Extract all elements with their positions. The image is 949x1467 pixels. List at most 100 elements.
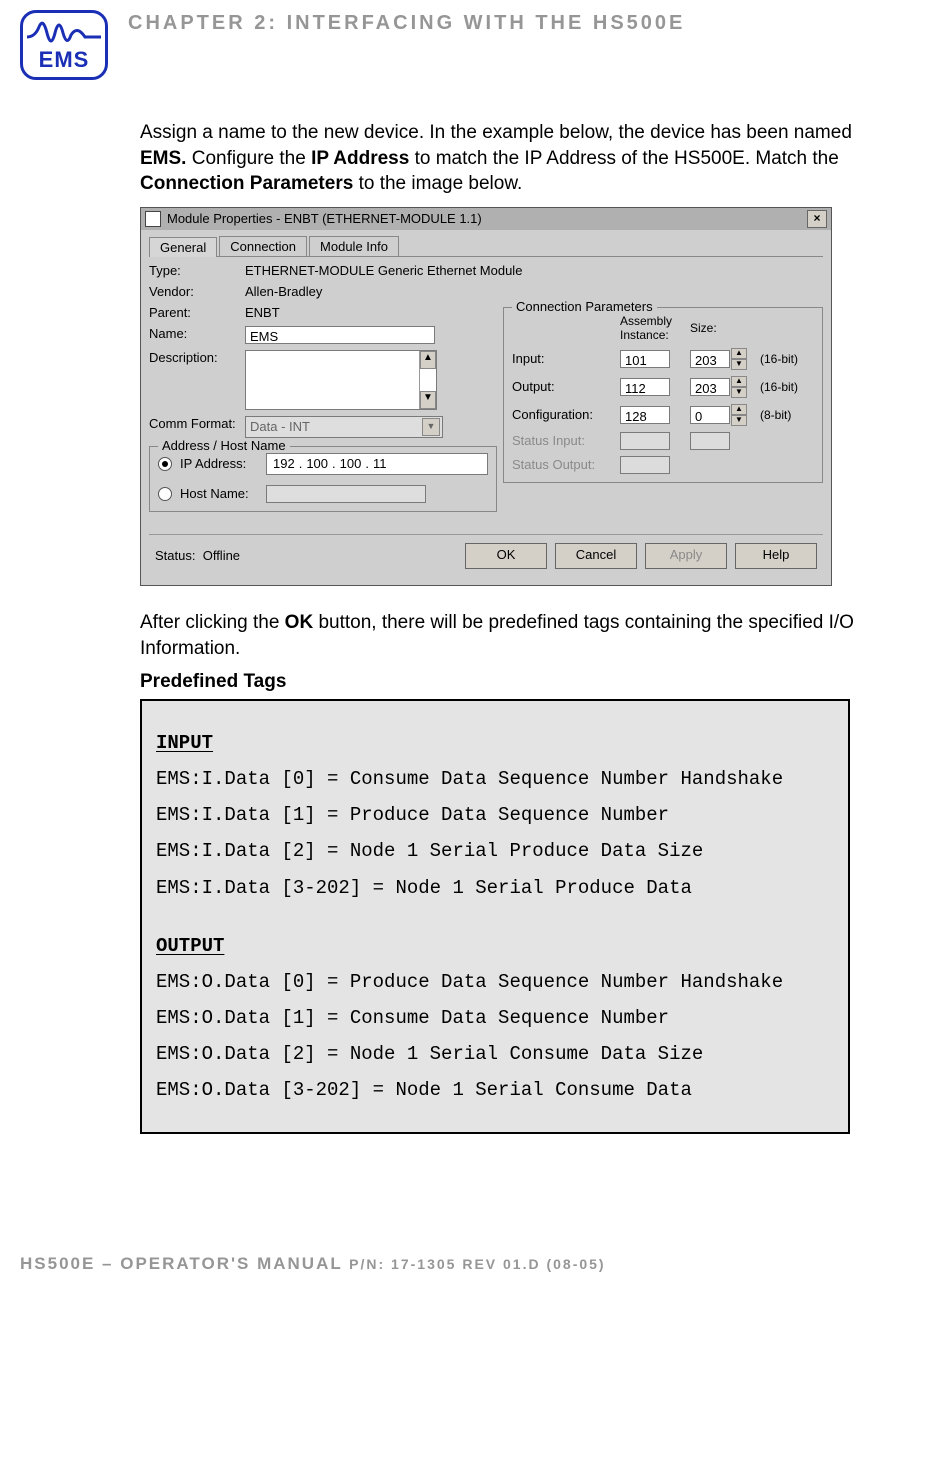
dialog-titlebar[interactable]: Module Properties - ENBT (ETHERNET-MODUL…	[141, 208, 831, 230]
ip-octet-1[interactable]: 192	[273, 456, 295, 471]
output-size-field[interactable]: 203	[690, 378, 730, 396]
head-assembly-instance: Assembly Instance:	[620, 314, 682, 342]
name-field[interactable]: EMS	[245, 326, 435, 344]
scroll-down-icon[interactable]: ▼	[420, 391, 436, 409]
config-assembly-field[interactable]: 128	[620, 406, 670, 424]
footer-small: P/N: 17-1305 REV 01.D (08-05)	[349, 1256, 605, 1272]
config-size-spinner[interactable]: 0 ▲▼	[690, 404, 752, 426]
host-name-field	[266, 485, 426, 503]
tag-line: EMS:I.Data [0] = Consume Data Sequence N…	[156, 761, 834, 797]
tab-strip: General Connection Module Info	[149, 236, 823, 257]
radio-host-name[interactable]	[158, 487, 172, 501]
value-vendor: Allen-Bradley	[245, 284, 823, 299]
tag-line: EMS:O.Data [2] = Node 1 Serial Consume D…	[156, 1036, 834, 1072]
tab-general[interactable]: General	[149, 237, 217, 257]
input-size-field[interactable]: 203	[690, 350, 730, 368]
page-footer: HS500E – OPERATOR'S MANUAL P/N: 17-1305 …	[20, 1254, 889, 1274]
ems-logo: EMS	[20, 10, 108, 80]
after-text: After clicking the	[140, 612, 285, 633]
tag-line: EMS:O.Data [0] = Produce Data Sequence N…	[156, 964, 834, 1000]
output-assembly-field[interactable]: 112	[620, 378, 670, 396]
intro-paragraph: Assign a name to the new device. In the …	[140, 120, 889, 197]
tag-line: EMS:O.Data [3-202] = Node 1 Serial Consu…	[156, 1072, 834, 1108]
label-host-name: Host Name:	[180, 486, 260, 501]
label-status-input: Status Input:	[512, 433, 612, 448]
comm-format-value: Data - INT	[250, 419, 310, 434]
output-size-spinner[interactable]: 203 ▲▼	[690, 376, 752, 398]
label-output: Output:	[512, 379, 612, 394]
address-host-group: Address / Host Name IP Address: 192. 100…	[149, 446, 497, 512]
label-name: Name:	[149, 326, 239, 341]
legend-conn-params: Connection Parameters	[512, 299, 657, 314]
description-scrollbar[interactable]: ▲ ▼	[419, 351, 436, 409]
input-assembly-field[interactable]: 101	[620, 350, 670, 368]
tag-line: EMS:I.Data [1] = Produce Data Sequence N…	[156, 797, 834, 833]
after-paragraph: After clicking the OK button, there will…	[140, 610, 889, 661]
predefined-tags-heading: Predefined Tags	[140, 671, 889, 693]
spinner-up-icon[interactable]: ▲	[731, 376, 747, 387]
intro-bold-cp: Connection Parameters	[140, 173, 353, 194]
intro-text: to match the IP Address of the HS500E. M…	[409, 148, 839, 169]
status-input-assembly-field	[620, 432, 670, 450]
chapter-title: CHAPTER 2: INTERFACING WITH THE HS500E	[128, 10, 685, 35]
label-status: Status:	[155, 548, 195, 563]
label-comm-format: Comm Format:	[149, 416, 239, 431]
spinner-up-icon[interactable]: ▲	[731, 348, 747, 359]
close-button[interactable]: ×	[807, 210, 827, 228]
after-bold-ok: OK	[285, 612, 314, 633]
tags-input-header: INPUT	[156, 725, 834, 761]
input-size-spinner[interactable]: 203 ▲▼	[690, 348, 752, 370]
scroll-up-icon[interactable]: ▲	[420, 351, 436, 369]
radio-ip-address[interactable]	[158, 457, 172, 471]
spinner-up-icon[interactable]: ▲	[731, 404, 747, 415]
value-type: ETHERNET-MODULE Generic Ethernet Module	[245, 263, 823, 278]
status-input-size-field	[690, 432, 730, 450]
label-vendor: Vendor:	[149, 284, 239, 299]
module-properties-dialog: Module Properties - ENBT (ETHERNET-MODUL…	[140, 207, 832, 586]
ok-button[interactable]: OK	[465, 543, 547, 569]
head-size: Size:	[690, 321, 752, 335]
intro-text: to the image below.	[353, 173, 522, 194]
ip-octet-3[interactable]: 100	[340, 456, 362, 471]
tag-line: EMS:I.Data [3-202] = Node 1 Serial Produ…	[156, 870, 834, 906]
spinner-down-icon[interactable]: ▼	[731, 415, 747, 426]
description-field[interactable]: ▲ ▼	[245, 350, 437, 410]
predefined-tags-box: INPUT EMS:I.Data [0] = Consume Data Sequ…	[140, 699, 850, 1134]
logo-text: EMS	[39, 47, 90, 73]
connection-parameters-group: Connection Parameters Assembly Instance:…	[503, 307, 823, 483]
label-status-output: Status Output:	[512, 457, 612, 472]
cancel-button[interactable]: Cancel	[555, 543, 637, 569]
footer-main: HS500E – OPERATOR'S MANUAL	[20, 1254, 349, 1273]
spinner-down-icon[interactable]: ▼	[731, 387, 747, 398]
label-ip-address: IP Address:	[180, 456, 260, 471]
output-unit: (16-bit)	[760, 380, 810, 394]
ip-octet-2[interactable]: 100	[306, 456, 328, 471]
tags-output-header: OUTPUT	[156, 928, 834, 964]
label-description: Description:	[149, 350, 239, 365]
label-input: Input:	[512, 351, 612, 366]
tag-line: EMS:I.Data [2] = Node 1 Serial Produce D…	[156, 833, 834, 869]
tab-module-info[interactable]: Module Info	[309, 236, 399, 256]
logo-wave-icon	[25, 17, 103, 49]
ip-octet-4[interactable]: 11	[373, 456, 387, 471]
intro-text: Assign a name to the new device. In the …	[140, 122, 852, 143]
chevron-down-icon: ▼	[422, 418, 440, 436]
config-size-field[interactable]: 0	[690, 406, 730, 424]
legend-address-host: Address / Host Name	[158, 438, 290, 453]
tab-connection[interactable]: Connection	[219, 236, 307, 256]
status-output-assembly-field	[620, 456, 670, 474]
value-status: Offline	[203, 548, 240, 563]
intro-bold-ems: EMS.	[140, 148, 186, 169]
config-unit: (8-bit)	[760, 408, 810, 422]
help-button[interactable]: Help	[735, 543, 817, 569]
comm-format-combo: Data - INT ▼	[245, 416, 443, 438]
value-parent: ENBT	[245, 305, 497, 320]
label-parent: Parent:	[149, 305, 239, 320]
apply-button: Apply	[645, 543, 727, 569]
tag-line: EMS:O.Data [1] = Consume Data Sequence N…	[156, 1000, 834, 1036]
label-configuration: Configuration:	[512, 407, 612, 422]
ip-address-field[interactable]: 192. 100. 100. 11	[266, 453, 488, 475]
intro-bold-ip: IP Address	[311, 148, 409, 169]
spinner-down-icon[interactable]: ▼	[731, 359, 747, 370]
intro-text: Configure the	[186, 148, 311, 169]
